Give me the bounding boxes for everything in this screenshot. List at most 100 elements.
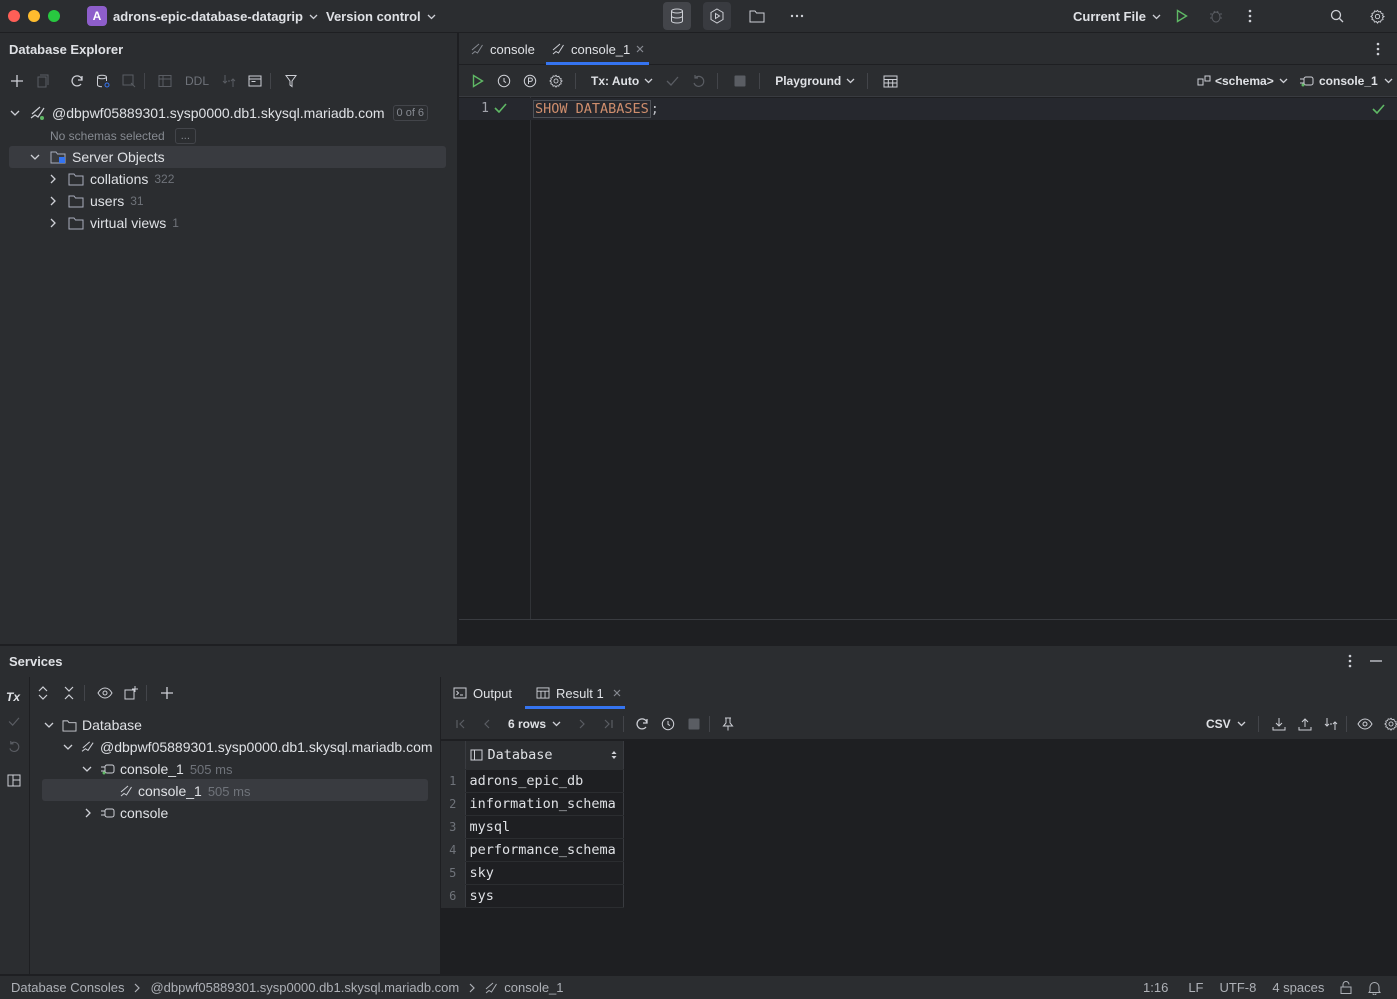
database-node[interactable]: Database: [44, 714, 142, 736]
cell-database[interactable]: sys: [465, 884, 624, 908]
virtual-views-node[interactable]: virtual views 1: [50, 212, 179, 234]
cell-database[interactable]: adrons_epic_db: [465, 769, 624, 793]
clock-icon[interactable]: [657, 713, 679, 735]
ddl-button[interactable]: DDL: [180, 70, 214, 92]
compare-icon[interactable]: [1320, 713, 1342, 735]
run-button[interactable]: [1171, 5, 1193, 27]
playground-dropdown[interactable]: Playground: [771, 70, 859, 92]
maximize-window-button[interactable]: [48, 10, 60, 22]
notifications-icon[interactable]: [1368, 981, 1382, 995]
stop-icon[interactable]: [683, 713, 705, 735]
add-icon[interactable]: [6, 70, 28, 92]
cell-database[interactable]: sky: [465, 861, 624, 885]
breadcrumb-item[interactable]: console_1: [504, 980, 563, 995]
indent-setting[interactable]: 4 spaces: [1272, 980, 1324, 995]
table-row[interactable]: 4 performance_schema: [441, 838, 624, 862]
search-everywhere-button[interactable]: [1326, 5, 1348, 27]
export-format-dropdown[interactable]: CSV: [1202, 717, 1250, 731]
query-node[interactable]: console_1 505 ms: [120, 780, 250, 802]
cell-database[interactable]: mysql: [465, 815, 624, 839]
column-header-database[interactable]: Database: [465, 741, 624, 770]
tab-console[interactable]: console: [465, 33, 541, 65]
commit-button[interactable]: [661, 70, 683, 92]
table-row[interactable]: 6 sys: [441, 884, 624, 908]
vcs-menu[interactable]: Version control: [326, 0, 436, 33]
line-separator[interactable]: LF: [1188, 980, 1203, 995]
compare-icon[interactable]: [218, 70, 240, 92]
refresh-icon[interactable]: [66, 70, 88, 92]
upload-icon[interactable]: [1294, 713, 1316, 735]
collapse-all-icon[interactable]: [58, 682, 80, 704]
layout-icon[interactable]: [7, 774, 21, 787]
hide-panel-button[interactable]: [1365, 650, 1387, 672]
stop-button[interactable]: [729, 70, 751, 92]
minimize-window-button[interactable]: [28, 10, 40, 22]
server-objects-node[interactable]: Server Objects: [30, 146, 165, 168]
execute-button[interactable]: [467, 70, 489, 92]
copy-icon[interactable]: [32, 70, 54, 92]
connection-node[interactable]: @dbpwf05889301.sysp0000.db1.skysql.maria…: [10, 102, 429, 124]
close-icon[interactable]: [613, 689, 621, 697]
last-page-icon[interactable]: [597, 713, 619, 735]
table-icon[interactable]: [154, 70, 176, 92]
services-tool-button[interactable]: [703, 2, 731, 30]
jump-to-query-console-icon[interactable]: [118, 70, 140, 92]
refresh-icon[interactable]: [631, 713, 653, 735]
console-settings-button[interactable]: [545, 70, 567, 92]
table-row[interactable]: 5 sky: [441, 861, 624, 885]
tab-options-button[interactable]: [1367, 38, 1389, 60]
gear-icon[interactable]: [1380, 713, 1397, 735]
breadcrumb-item[interactable]: @dbpwf05889301.sysp0000.db1.skysql.maria…: [150, 980, 459, 995]
page-size-dropdown[interactable]: 6 rows: [502, 717, 567, 731]
settings-button[interactable]: [1366, 5, 1388, 27]
services-options-button[interactable]: [1339, 650, 1361, 672]
history-button[interactable]: [493, 70, 515, 92]
more-actions-button[interactable]: [1239, 5, 1261, 27]
tx-indicator[interactable]: Tx: [6, 690, 20, 704]
tab-console-1[interactable]: console_1: [546, 33, 649, 65]
next-page-icon[interactable]: [571, 713, 593, 735]
session-selector[interactable]: console_1: [1299, 69, 1393, 93]
service-connection-node[interactable]: @dbpwf05889301.sysp0000.db1.skysql.maria…: [63, 736, 433, 758]
previous-page-icon[interactable]: [476, 713, 498, 735]
first-page-icon[interactable]: [450, 713, 472, 735]
read-only-toggle-icon[interactable]: [1340, 981, 1352, 994]
users-node[interactable]: users 31: [50, 190, 144, 212]
session-node[interactable]: console_1 505 ms: [82, 758, 232, 780]
more-tools-button[interactable]: [786, 5, 808, 27]
transaction-mode-dropdown[interactable]: Tx: Auto: [587, 70, 657, 92]
expand-all-icon[interactable]: [32, 682, 54, 704]
output-in-grid-button[interactable]: [879, 70, 901, 92]
run-config-selector[interactable]: Current File: [1073, 0, 1161, 33]
sort-icon[interactable]: [611, 750, 617, 760]
download-icon[interactable]: [1268, 713, 1290, 735]
database-tool-button[interactable]: [663, 2, 691, 30]
add-service-icon[interactable]: [156, 682, 178, 704]
caret-position[interactable]: 1:16: [1143, 980, 1168, 995]
console-session-node[interactable]: console: [82, 802, 168, 824]
cell-database[interactable]: information_schema: [465, 792, 624, 816]
console-icon[interactable]: [244, 70, 266, 92]
rollback-icon[interactable]: [8, 741, 20, 753]
data-source-properties-icon[interactable]: [92, 70, 114, 92]
schema-selector[interactable]: <schema>: [1197, 69, 1288, 93]
collations-node[interactable]: collations 322: [50, 168, 174, 190]
close-icon[interactable]: [636, 45, 644, 53]
table-row[interactable]: 2 information_schema: [441, 792, 624, 816]
project-avatar[interactable]: A: [87, 6, 107, 26]
debug-button[interactable]: [1205, 5, 1227, 27]
project-selector[interactable]: adrons-epic-database-datagrip: [113, 0, 318, 33]
close-window-button[interactable]: [8, 10, 20, 22]
eye-icon[interactable]: [1354, 713, 1376, 735]
cell-database[interactable]: performance_schema: [465, 838, 624, 862]
filter-icon[interactable]: [280, 70, 302, 92]
schema-count-badge[interactable]: 0 of 6: [392, 105, 429, 121]
select-schemas-button[interactable]: ...: [174, 128, 196, 144]
eye-icon[interactable]: [94, 682, 116, 704]
table-row[interactable]: 1 adrons_epic_db: [441, 769, 624, 793]
new-group-icon[interactable]: [120, 682, 142, 704]
commit-icon[interactable]: [8, 717, 20, 726]
tab-result-1[interactable]: Result 1: [525, 677, 625, 709]
code-line[interactable]: SHOW DATABASES ;: [533, 98, 659, 120]
pin-icon[interactable]: [717, 713, 739, 735]
